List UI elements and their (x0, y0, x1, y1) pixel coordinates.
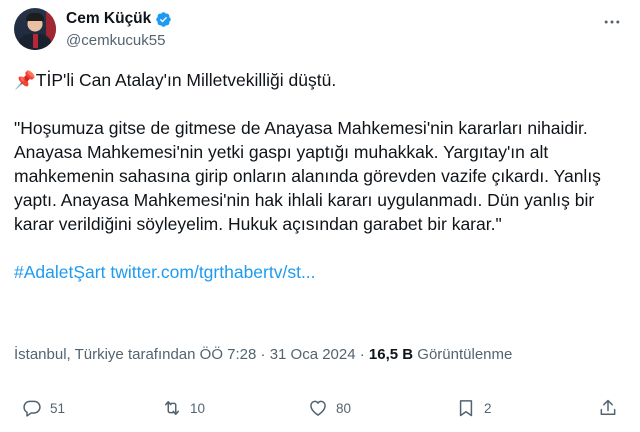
retweet-button[interactable]: 10 (162, 392, 205, 424)
reply-button[interactable]: 51 (22, 392, 65, 424)
hashtag-link[interactable]: #AdaletŞart (14, 262, 105, 282)
heart-icon (310, 400, 326, 416)
more-options-button[interactable] (602, 12, 622, 32)
author-avatar[interactable] (14, 8, 56, 50)
avatar-tie (33, 34, 38, 48)
tweet-first-line: TİP'li Can Atalay'ın Milletvekilliği düş… (35, 70, 337, 90)
share-icon (600, 399, 616, 415)
views-count[interactable]: 16,5 B (369, 346, 413, 363)
like-button[interactable]: 80 (308, 392, 351, 424)
bookmark-button[interactable]: 2 (456, 392, 492, 424)
author-display-name[interactable]: Cem Küçük (66, 10, 151, 28)
tweet-quote: "Hoşumuza gitse de gitmese de Anayasa Ma… (14, 118, 601, 234)
author-handle[interactable]: @cemkucuk55 (66, 32, 165, 49)
tweet-body: 📌TİP'li Can Atalay'ın Milletvekilliği dü… (14, 68, 624, 284)
more-dots-icon (604, 20, 620, 24)
pin-icon: 📌 (14, 70, 36, 90)
share-button[interactable] (598, 392, 618, 424)
retweet-count: 10 (190, 400, 206, 416)
like-count: 80 (336, 400, 352, 416)
retweet-icon (165, 401, 179, 415)
avatar-hair (26, 13, 44, 21)
verified-badge-icon[interactable] (155, 11, 172, 28)
tweet-links: #AdaletŞart twitter.com/tgrthabertv/st..… (14, 260, 624, 284)
reply-icon (23, 400, 41, 417)
external-link[interactable]: twitter.com/tgrthabertv/st... (110, 262, 315, 282)
reply-count: 51 (50, 400, 66, 416)
tweet-meta: İstanbul, Türkiye tarafından ÖÖ 7:28 · 3… (14, 346, 512, 363)
tweet-headline: 📌TİP'li Can Atalay'ın Milletvekilliği dü… (14, 68, 624, 92)
views-label: Görüntülenme (413, 346, 513, 363)
bookmark-icon (459, 400, 473, 417)
tweet-location-time[interactable]: İstanbul, Türkiye tarafından ÖÖ 7:28 · 3… (14, 346, 369, 363)
tweet-actions: 51 10 80 2 (0, 392, 640, 424)
bookmark-count: 2 (484, 400, 492, 416)
author-name-row: Cem Küçük (66, 10, 172, 28)
